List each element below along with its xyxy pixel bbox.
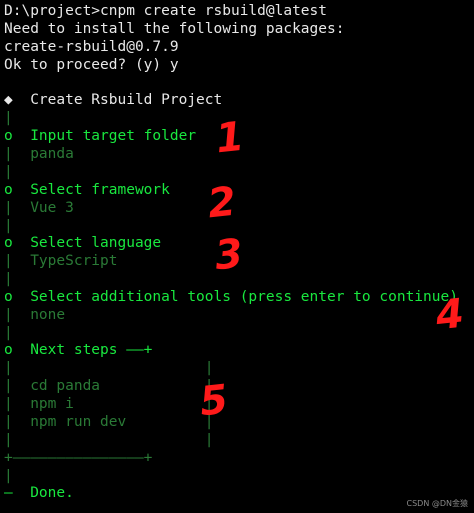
terminal-window[interactable]: D:\project>cnpm create rsbuild@latest Ne…	[0, 0, 474, 513]
annotation-1: 1	[213, 113, 247, 163]
bar-line: |	[4, 218, 13, 234]
step-answer-language: | TypeScript	[4, 253, 118, 269]
next-steps-box-bottom: +–––––––––––––––+	[4, 450, 153, 466]
next-steps-install: | npm i |	[4, 396, 214, 412]
proceed-prompt: Ok to proceed? (y) y	[4, 57, 179, 73]
project-title: ◆ Create Rsbuild Project	[4, 92, 223, 108]
step-answer-tools: | none	[4, 307, 66, 323]
annotation-3: 3	[212, 230, 246, 280]
bar-line: |	[4, 468, 13, 484]
watermark: CSDN @DN金猿	[406, 499, 469, 508]
package-name: create-rsbuild@0.7.9	[4, 39, 179, 55]
install-notice: Need to install the following packages:	[4, 21, 345, 37]
step-label-target-folder: o Input target folder	[4, 128, 197, 144]
next-steps-box-line: | |	[4, 360, 214, 376]
annotation-2: 2	[205, 178, 239, 228]
next-steps-run-dev: | npm run dev |	[4, 414, 214, 430]
next-steps-header: o Next steps —–+	[4, 342, 153, 358]
command-line: D:\project>cnpm create rsbuild@latest	[4, 3, 328, 19]
bar-line: |	[4, 110, 13, 126]
next-steps-cd: | cd panda |	[4, 378, 214, 394]
annotation-5: 5	[197, 376, 231, 426]
step-label-language: o Select language	[4, 235, 162, 251]
annotation-4: 4	[433, 290, 467, 340]
step-answer-target-folder: | panda	[4, 146, 74, 162]
bar-line: |	[4, 325, 13, 341]
step-answer-framework: | Vue 3	[4, 200, 74, 216]
done-line: — Done.	[4, 485, 74, 501]
bar-line: |	[4, 164, 13, 180]
step-label-framework: o Select framework	[4, 182, 170, 198]
next-steps-box-line: | |	[4, 432, 214, 448]
bar-line: |	[4, 271, 13, 287]
step-label-tools: o Select additional tools (press enter t…	[4, 289, 458, 305]
